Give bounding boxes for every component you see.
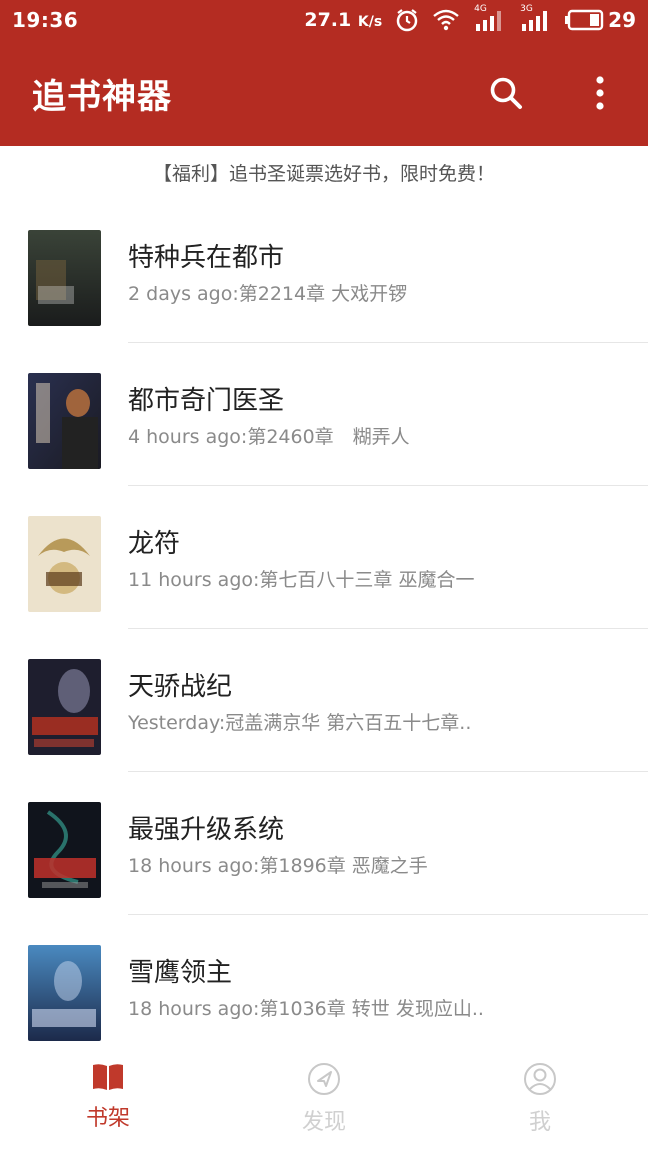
status-indicators: 27.1 K/s 4G 3G 29 [304,4,636,33]
signal-4g-label: 4G [474,4,487,14]
signal-3g-icon: 3G [518,4,552,32]
tab-bookshelf[interactable]: 书架 [0,1048,216,1152]
tab-me[interactable]: 我 [432,1048,648,1152]
status-bar: 19:36 27.1 K/s 4G 3G 29 [0,0,648,40]
signal-3g-label: 3G [520,4,533,14]
book-title: 龙符 [128,529,181,559]
more-options-button[interactable] [580,73,620,113]
app-title: 追书神器 [32,76,172,117]
book-cover [28,945,101,1041]
compass-icon [308,1063,340,1095]
book-latest-chapter: 18 hours ago:第1036章 转世 发现应山.. [128,998,484,1020]
tab-label: 书架 [85,1106,130,1131]
status-time: 19:36 [12,8,79,32]
battery-icon [565,9,604,31]
book-title: 雪鹰领主 [128,958,233,988]
book-item[interactable]: 龙符 11 hours ago:第七百八十三章 巫魔合一 [0,486,648,629]
network-speed: 27.1 K/s [304,9,382,31]
book-title: 天骄战纪 [128,672,233,702]
book-item[interactable]: 雪鹰领主 18 hours ago:第1036章 转世 发现应山.. [0,915,648,1058]
book-cover [28,516,101,612]
book-title: 最强升级系统 [128,815,285,845]
book-cover [28,230,101,326]
bottom-nav: 书架 发现 我 [0,1048,648,1152]
book-item[interactable]: 最强升级系统 18 hours ago:第1896章 恶魔之手 [0,772,648,915]
network-speed-unit: K/s [357,14,383,30]
app-bar: 追书神器 [0,40,648,146]
book-cover [28,802,101,898]
signal-4g-icon: 4G [472,4,506,32]
promo-banner[interactable]: 【福利】追书圣诞票选好书，限时免费！ [0,146,648,198]
alarm-icon [394,7,420,33]
book-latest-chapter: Yesterday:冠盖满京华 第六百五十七章.. [128,712,472,734]
book-info: 天骄战纪 Yesterday:冠盖满京华 第六百五十七章.. [128,669,648,737]
book-info: 特种兵在都市 2 days ago:第2214章 大戏开锣 [128,240,648,308]
book-item[interactable]: 天骄战纪 Yesterday:冠盖满京华 第六百五十七章.. [0,629,648,772]
book-title: 特种兵在都市 [128,243,285,273]
user-icon [524,1063,556,1095]
book-cover [28,659,101,755]
search-button[interactable] [486,73,526,113]
app-bar-actions [486,73,620,113]
tab-discover[interactable]: 发现 [216,1048,432,1152]
battery-percent: 29 [608,8,636,32]
book-latest-chapter: 4 hours ago:第2460章 糊弄人 [128,426,410,448]
search-icon [490,77,522,109]
book-info: 最强升级系统 18 hours ago:第1896章 恶魔之手 [128,812,648,880]
tab-label: 我 [528,1110,551,1135]
network-speed-value: 27.1 [304,9,352,31]
book-latest-chapter: 2 days ago:第2214章 大戏开锣 [128,283,408,305]
battery-indicator: 29 [564,8,636,32]
book-info: 都市奇门医圣 4 hours ago:第2460章 糊弄人 [128,383,648,451]
book-icon [93,1064,123,1090]
book-info: 雪鹰领主 18 hours ago:第1036章 转世 发现应山.. [128,955,648,1023]
book-latest-chapter: 18 hours ago:第1896章 恶魔之手 [128,855,428,877]
book-cover [28,373,101,469]
book-title: 都市奇门医圣 [128,386,285,416]
more-vertical-icon [596,76,604,110]
tab-label: 发现 [301,1110,346,1135]
book-latest-chapter: 11 hours ago:第七百八十三章 巫魔合一 [128,569,475,591]
wifi-icon [432,8,460,32]
bookshelf-list: 特种兵在都市 2 days ago:第2214章 大戏开锣 都市奇门医圣 4 h… [0,200,648,1058]
book-item[interactable]: 特种兵在都市 2 days ago:第2214章 大戏开锣 [0,200,648,343]
book-info: 龙符 11 hours ago:第七百八十三章 巫魔合一 [128,526,648,594]
book-item[interactable]: 都市奇门医圣 4 hours ago:第2460章 糊弄人 [0,343,648,486]
